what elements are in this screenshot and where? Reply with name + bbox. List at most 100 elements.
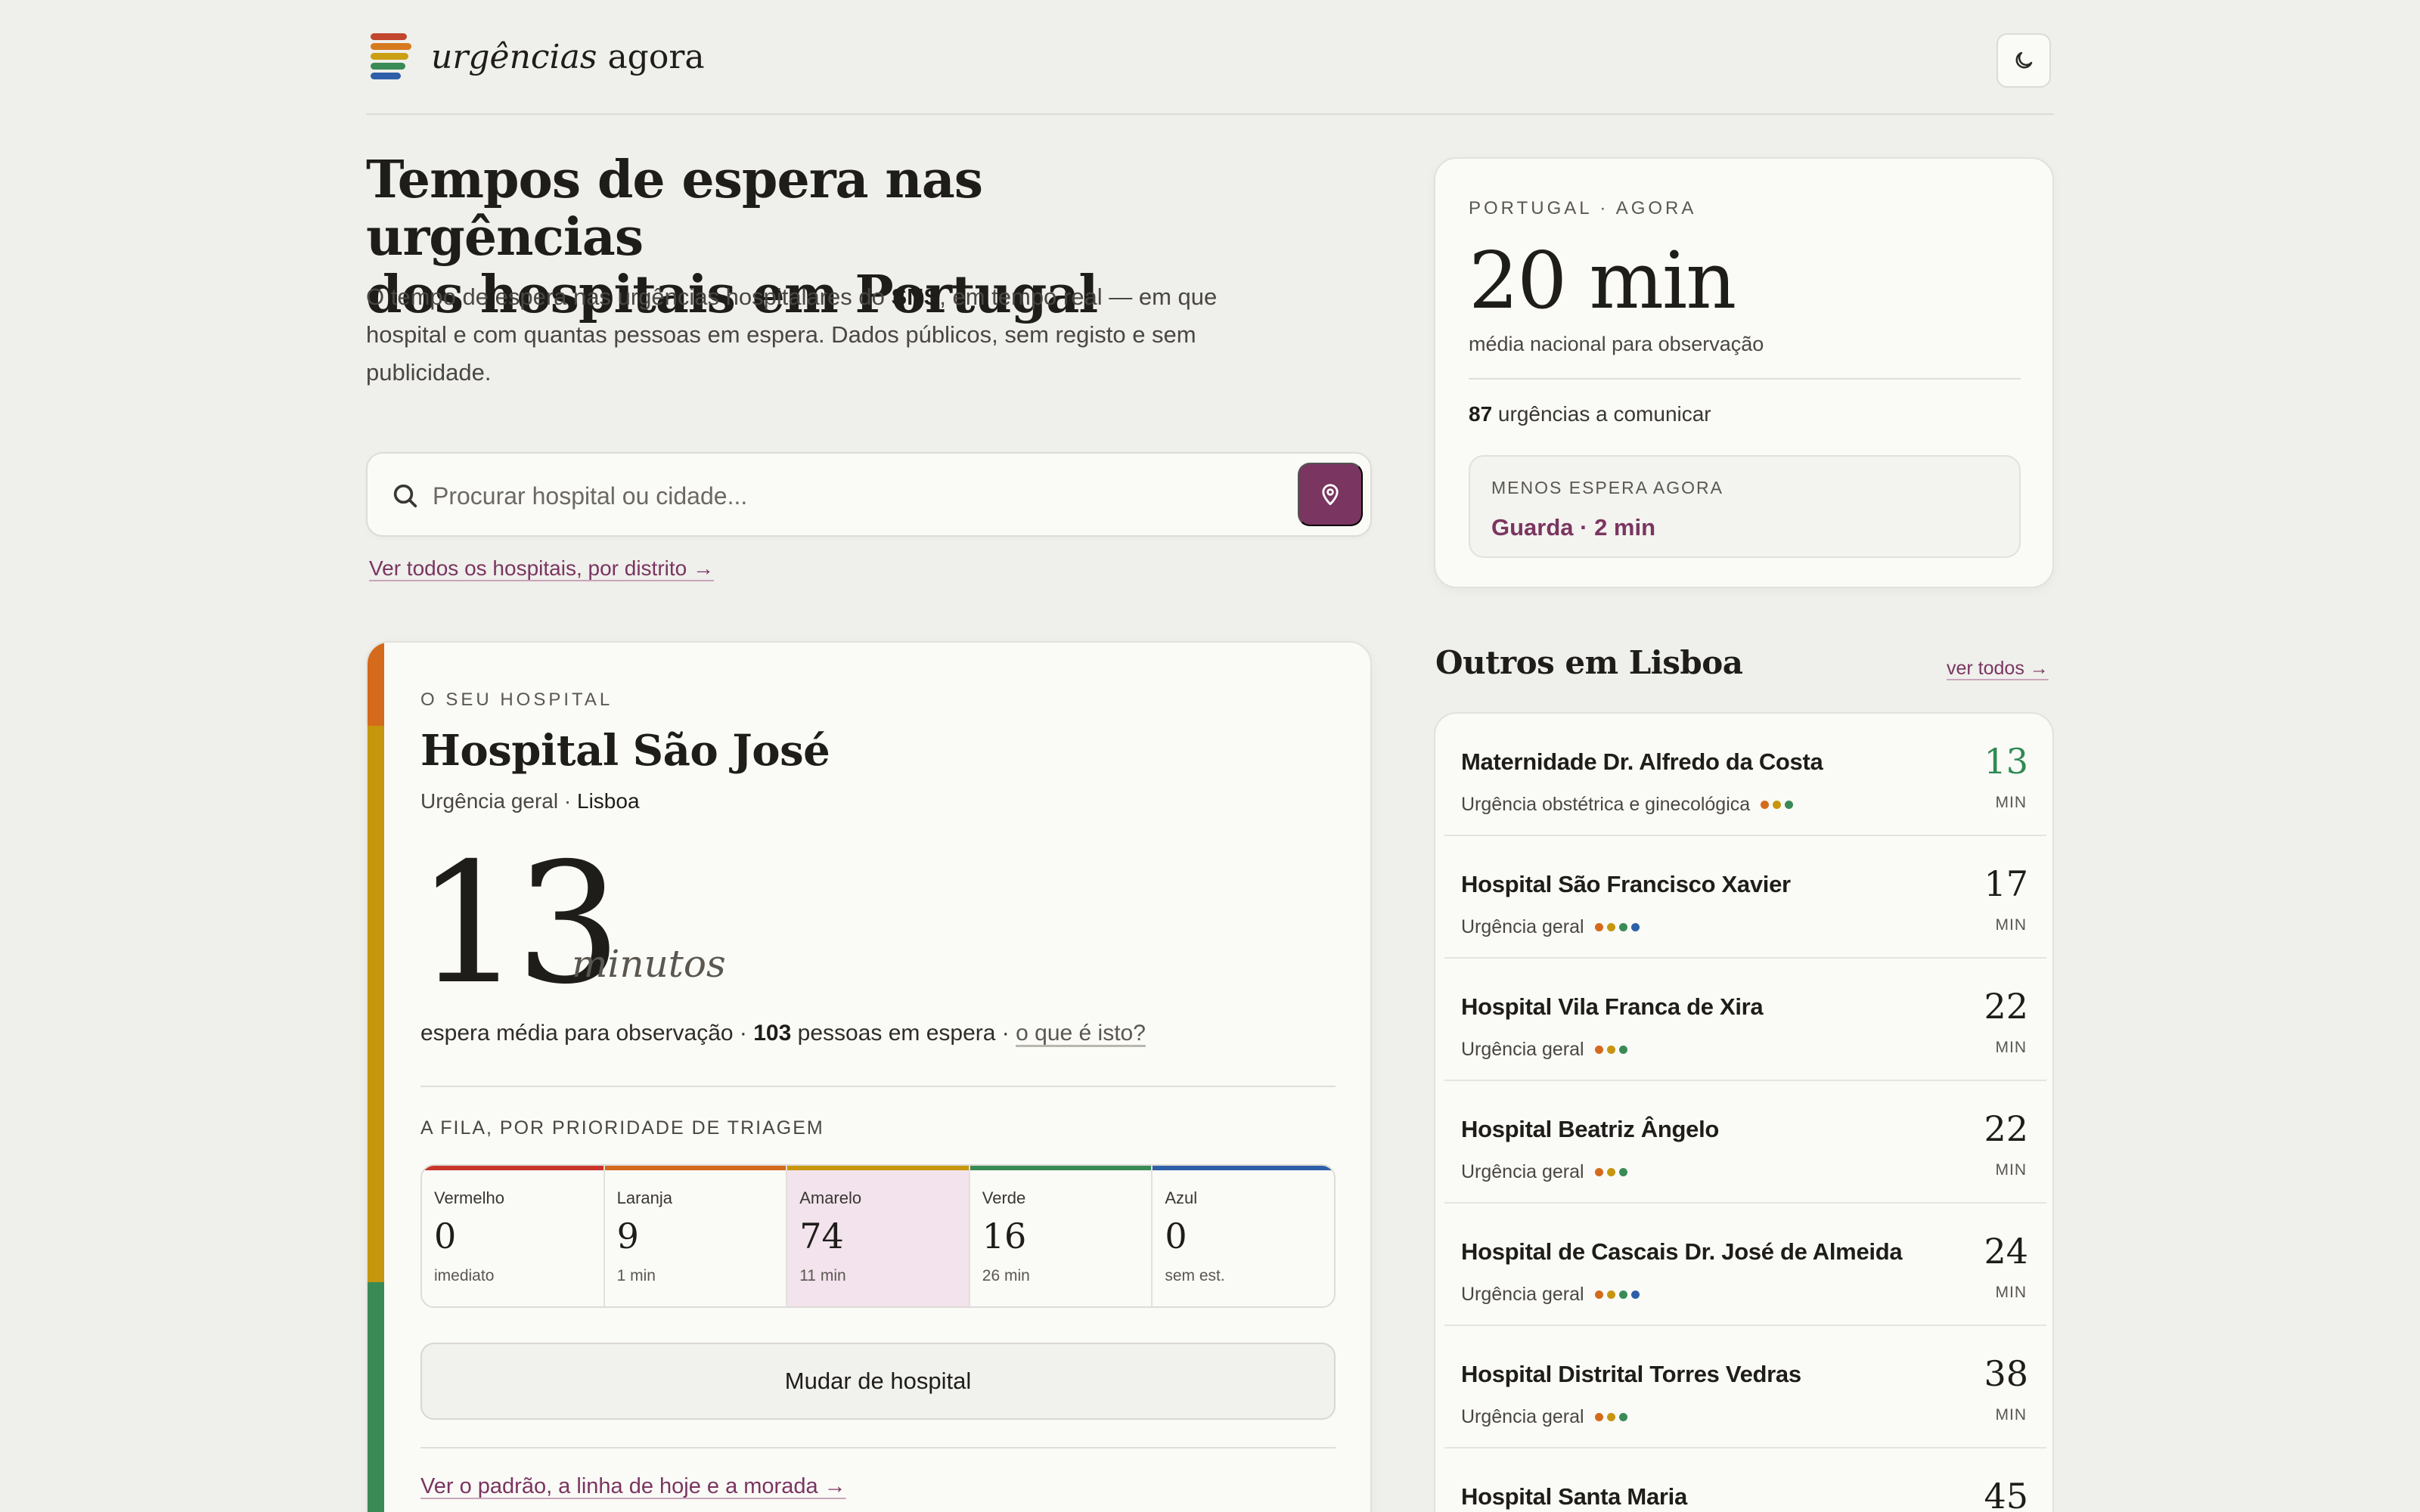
triage-color-bar	[604, 1166, 786, 1170]
list-item-type: Urgência geral	[1461, 1161, 1584, 1182]
list-item-type-row: Urgência geral	[1461, 1161, 1627, 1183]
triage-dots	[1594, 923, 1640, 931]
triage-color-bar	[422, 1166, 603, 1170]
search-input[interactable]	[433, 473, 1189, 519]
national-average-label: média nacional para observação	[1469, 333, 1764, 355]
list-item[interactable]: Hospital de Cascais Dr. José de Almeida U…	[1444, 1204, 2046, 1326]
triage-column: Azul 0 sem est.	[1153, 1166, 1334, 1306]
triage-dot	[1618, 1046, 1627, 1054]
search-icon	[393, 484, 417, 508]
triage-dot	[1618, 923, 1627, 931]
triage-wait-time: sem est.	[1165, 1267, 1225, 1284]
national-eyebrow: PORTUGAL · AGORA	[1469, 198, 1697, 218]
triage-dot	[1606, 1046, 1615, 1054]
triage-dot	[1785, 801, 1794, 809]
triage-level-name: Verde	[982, 1188, 1026, 1207]
triage-wait-time: 1 min	[616, 1267, 656, 1284]
national-divider	[1469, 378, 2021, 380]
triage-dot	[1606, 1413, 1615, 1421]
list-item-unit: MIN	[1995, 916, 2027, 934]
least-wait-box[interactable]: MENOS ESPERA AGORA Guarda · 2 min	[1469, 455, 2021, 558]
triage-dot	[1630, 1290, 1640, 1299]
others-section-title: Outros em Lisboa	[1435, 644, 1743, 681]
list-item-type-row: Urgência geral	[1461, 916, 1640, 938]
triage-dot	[1606, 1168, 1615, 1176]
triage-dot	[1618, 1290, 1627, 1299]
wait-stripe-orange	[368, 643, 384, 726]
hospital-type: Urgência geral · Lisboa	[420, 789, 640, 813]
hospital-pattern-link[interactable]: Ver o padrão, a linha de hoje e a morada…	[420, 1474, 846, 1499]
triage-count: 0	[1165, 1216, 1187, 1256]
people-waiting-count: 103	[753, 1021, 792, 1046]
hospital-wait-info-b: pessoas em espera ·	[791, 1021, 1016, 1046]
triage-dots	[1594, 1413, 1627, 1421]
triage-dot	[1630, 923, 1640, 931]
list-item-type-row: Urgência obstétrica e ginecológica	[1461, 794, 1794, 816]
what-is-this-link[interactable]: o que é isto?	[1016, 1021, 1146, 1046]
triage-dot	[1618, 1413, 1627, 1421]
list-item[interactable]: Hospital São Francisco Xavier Urgência ge…	[1444, 836, 2046, 959]
list-item-wait: 22	[1984, 986, 2028, 1027]
list-item-type: Urgência geral	[1461, 916, 1584, 937]
triage-dot	[1761, 801, 1770, 809]
reporting-count: 87 urgências a comunicar	[1469, 402, 1711, 426]
change-hospital-button[interactable]: Mudar de hospital	[420, 1343, 1336, 1420]
list-item-wait: 45	[1984, 1476, 2028, 1512]
page-description: O tempo de espera nas urgências hospital…	[366, 278, 1258, 392]
triage-level-name: Azul	[1165, 1188, 1198, 1207]
logo-bar	[371, 63, 405, 70]
list-item[interactable]: Maternidade Dr. Alfredo da Costa Urgência…	[1444, 714, 2046, 836]
list-item-type-row: Urgência geral	[1461, 1039, 1627, 1061]
logo-bar	[371, 33, 407, 40]
triage-dots	[1761, 801, 1794, 809]
brand-name[interactable]: urgências agora	[431, 38, 705, 76]
others-see-all-link[interactable]: ver todos →	[1947, 658, 2049, 680]
list-item-unit: MIN	[1995, 794, 2027, 811]
list-item-name: Maternidade Dr. Alfredo da Costa	[1461, 748, 1823, 775]
triage-level-name: Amarelo	[799, 1188, 862, 1207]
triage-dot	[1773, 801, 1782, 809]
triage-column: Laranja 9 1 min	[604, 1166, 788, 1306]
brand-name-bold: agora	[607, 38, 705, 76]
page-title-line1: Tempos de espera nas urgências	[366, 150, 983, 268]
list-item-name: Hospital Distrital Torres Vedras	[1461, 1361, 1801, 1387]
triage-dots	[1594, 1168, 1627, 1176]
your-hospital-card: O SEU HOSPITAL Hospital São José Urgênci…	[366, 641, 1372, 1512]
triage-color-bar	[787, 1166, 969, 1170]
wait-stripe-green	[368, 1282, 384, 1512]
triage-wait-time: imediato	[434, 1267, 495, 1284]
list-item-unit: MIN	[1995, 1039, 2027, 1056]
list-item-name: Hospital São Francisco Xavier	[1461, 871, 1791, 897]
list-item-type-row: Urgência geral	[1461, 1406, 1627, 1428]
list-item[interactable]: Hospital Beatriz Ângelo Urgência geral 22 M…	[1444, 1081, 2046, 1204]
list-item-wait: 24	[1984, 1231, 2028, 1272]
list-item[interactable]: Hospital Santa Maria45MIN	[1444, 1448, 2046, 1512]
triage-dot	[1606, 923, 1615, 931]
page-description-bold: SNS	[891, 284, 940, 310]
list-item-type: Urgência geral	[1461, 1039, 1584, 1060]
list-item-name: Hospital Beatriz Ângelo	[1461, 1116, 1720, 1142]
list-item-name: Hospital Vila Franca de Xira	[1461, 993, 1764, 1020]
list-item-wait: 17	[1984, 863, 2028, 904]
triage-count: 16	[982, 1216, 1027, 1256]
hospital-wait-info-a: espera média para observação ·	[420, 1021, 754, 1046]
theme-toggle-button[interactable]	[1996, 33, 2051, 88]
locate-me-button[interactable]	[1298, 463, 1363, 526]
list-item[interactable]: Hospital Vila Franca de Xira Urgência ger…	[1444, 959, 2046, 1081]
list-item[interactable]: Hospital Distrital Torres Vedras Urgência…	[1444, 1326, 2046, 1448]
hospital-divider-bottom	[420, 1447, 1336, 1448]
triage-count: 0	[434, 1216, 457, 1256]
least-wait-value: Guarda · 2 min	[1491, 514, 1656, 541]
logo-mark-icon	[368, 33, 413, 86]
hospital-divider-top	[420, 1086, 1336, 1087]
reporting-count-text: urgências a comunicar	[1492, 402, 1711, 426]
triage-dot	[1618, 1168, 1627, 1176]
logo-bar	[371, 73, 401, 79]
all-hospitals-link[interactable]: Ver todos os hospitais, por distrito →	[369, 556, 714, 581]
triage-dot	[1606, 1290, 1615, 1299]
triage-level-name: Vermelho	[434, 1188, 504, 1207]
national-summary-card: PORTUGAL · AGORA 20 min média nacional p…	[1434, 157, 2054, 588]
others-hospital-list: Maternidade Dr. Alfredo da Costa Urgência…	[1434, 712, 2054, 1512]
triage-wait-time: 11 min	[799, 1267, 846, 1284]
list-item-type: Urgência obstétrica e ginecológica	[1461, 794, 1751, 815]
